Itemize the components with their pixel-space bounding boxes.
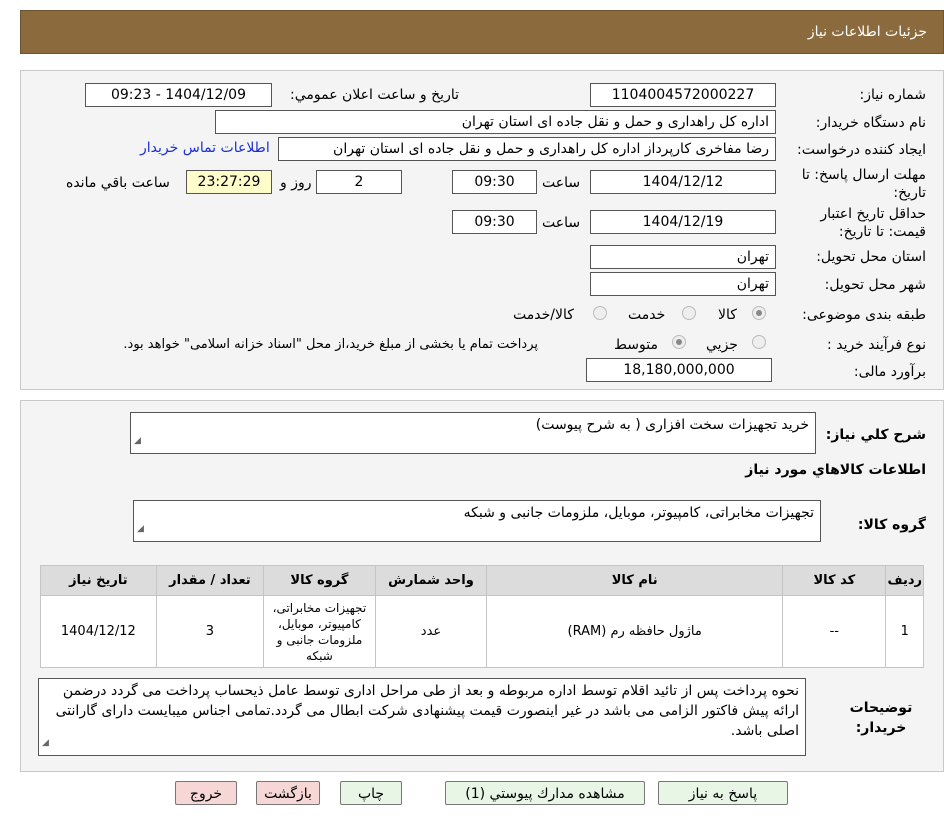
- days-field[interactable]: 2: [316, 170, 402, 194]
- resize-grip-icon[interactable]: ◢: [42, 733, 49, 753]
- category-radio-goods[interactable]: [752, 306, 766, 320]
- process-minor-label: جزيي: [706, 337, 738, 353]
- summary-label: شرح کلي نياز:: [825, 427, 926, 443]
- cell-row: 1: [885, 595, 924, 668]
- buyer-org-field[interactable]: اداره کل راهداری و حمل و نقل جاده ای است…: [215, 110, 776, 134]
- notes-text: نحوه پرداخت پس از تائید اقلام توسط اداره…: [55, 683, 799, 739]
- goods-table: رديف کد کالا نام کالا واحد شمارش گروه کا…: [40, 565, 924, 668]
- category-service-label: خدمت: [628, 307, 666, 323]
- validity-label: حداقل تاريخ اعتبار قيمت: تا تاریخ:: [820, 206, 926, 240]
- summary-text: خرید تجهیزات سخت افزاری ( به شرح پیوست): [535, 417, 809, 433]
- category-goods-label: کالا: [718, 307, 737, 323]
- buyer-contact-link[interactable]: اطلاعات تماس خريدار: [140, 140, 270, 156]
- page-title-bar: جزئيات اطلاعات نياز: [20, 10, 944, 54]
- reply-time-label: ساعت: [542, 175, 581, 191]
- goods-group-label: گروه کالا:: [857, 517, 926, 533]
- notes-label: توضيحات خريدار:: [849, 700, 913, 736]
- print-button[interactable]: چاپ: [340, 781, 402, 805]
- process-payment-note: پرداخت تمام یا بخشی از مبلغ خرید،از محل …: [123, 337, 538, 352]
- reply-time-field[interactable]: 09:30: [452, 170, 537, 194]
- estimate-field[interactable]: 18,180,000,000: [586, 358, 772, 382]
- col-row: رديف: [885, 565, 924, 596]
- category-radio-service[interactable]: [682, 306, 696, 320]
- resize-grip-icon[interactable]: ◢: [134, 431, 141, 451]
- announce-field[interactable]: 1404/12/09 - 09:23: [85, 83, 272, 107]
- table-header-row: رديف کد کالا نام کالا واحد شمارش گروه کا…: [40, 565, 924, 596]
- reply-button[interactable]: پاسخ به نياز: [658, 781, 788, 805]
- estimate-label: برآورد مالی:: [853, 364, 926, 380]
- need-number-label: شماره نياز:: [859, 87, 927, 103]
- need-number-field[interactable]: 1104004572000227: [590, 83, 776, 107]
- category-radio-both[interactable]: [593, 306, 607, 320]
- attachments-button[interactable]: مشاهده مدارك پيوستي (1): [445, 781, 645, 805]
- cell-qty: 3: [155, 595, 265, 668]
- col-qty: تعداد / مقدار: [155, 565, 265, 596]
- category-label: طبقه بندی موضوعی:: [802, 307, 926, 323]
- province-field[interactable]: تهران: [590, 245, 776, 269]
- days-label: روز و: [280, 175, 312, 191]
- process-radio-medium[interactable]: [672, 335, 686, 349]
- remaining-label: ساعت باقي مانده: [66, 175, 170, 191]
- validity-time-label: ساعت: [542, 215, 581, 231]
- col-code: کد کالا: [782, 565, 887, 596]
- goods-group-textarea[interactable]: تجهیزات مخابراتی، کامپیوتر، موبایل، ملزو…: [133, 500, 821, 542]
- page-title: جزئيات اطلاعات نياز: [807, 24, 927, 40]
- cell-name: ماژول حافظه رم (RAM): [486, 595, 784, 668]
- table-row[interactable]: 1 -- ماژول حافظه رم (RAM) عدد تجهیزات مخ…: [40, 595, 924, 668]
- category-both-label: کالا/خدمت: [513, 307, 574, 323]
- requester-label: ايجاد کننده درخواست:: [797, 142, 926, 158]
- notes-textarea[interactable]: نحوه پرداخت پس از تائید اقلام توسط اداره…: [38, 678, 806, 756]
- reply-date-field[interactable]: 1404/12/12: [590, 170, 776, 194]
- cell-date: 1404/12/12: [40, 595, 157, 668]
- city-label: شهر محل تحويل:: [824, 277, 926, 293]
- process-medium-label: متوسط: [614, 337, 658, 353]
- col-date: تاريخ نياز: [40, 565, 157, 596]
- cell-group: تجهیزات مخابراتی، کامپیوتر، موبایل، ملزو…: [263, 595, 376, 668]
- remaining-time-field: 23:27:29: [186, 170, 272, 194]
- announce-label: تاريخ و ساعت اعلان عمومي:: [290, 87, 459, 103]
- city-field[interactable]: تهران: [590, 272, 776, 296]
- goods-section-title: اطلاعات کالاهاي مورد نياز: [745, 462, 926, 478]
- cell-unit: عدد: [374, 595, 488, 668]
- validity-date-field[interactable]: 1404/12/19: [590, 210, 776, 234]
- province-label: استان محل تحويل:: [816, 249, 926, 265]
- requester-field[interactable]: رضا مفاخری کارپرداز اداره کل راهداری و ح…: [278, 137, 776, 161]
- process-radio-minor[interactable]: [752, 335, 766, 349]
- resize-grip-icon[interactable]: ◢: [137, 519, 144, 539]
- summary-textarea[interactable]: خرید تجهیزات سخت افزاری ( به شرح پیوست) …: [130, 412, 816, 454]
- col-name: نام کالا: [486, 565, 784, 596]
- goods-group-text: تجهیزات مخابراتی، کامپیوتر، موبایل، ملزو…: [463, 505, 814, 521]
- exit-button[interactable]: خروج: [175, 781, 237, 805]
- validity-time-field[interactable]: 09:30: [452, 210, 537, 234]
- back-button[interactable]: بازگشت: [256, 781, 320, 805]
- process-label: نوع فرآيند خريد :: [827, 337, 926, 353]
- cell-code: --: [782, 595, 887, 668]
- buyer-org-label: نام دستگاه خريدار:: [815, 115, 926, 131]
- reply-deadline-label: مهلت ارسال پاسخ: تا تاریخ:: [801, 167, 926, 201]
- col-group: گروه کالا: [263, 565, 376, 596]
- col-unit: واحد شمارش: [374, 565, 488, 596]
